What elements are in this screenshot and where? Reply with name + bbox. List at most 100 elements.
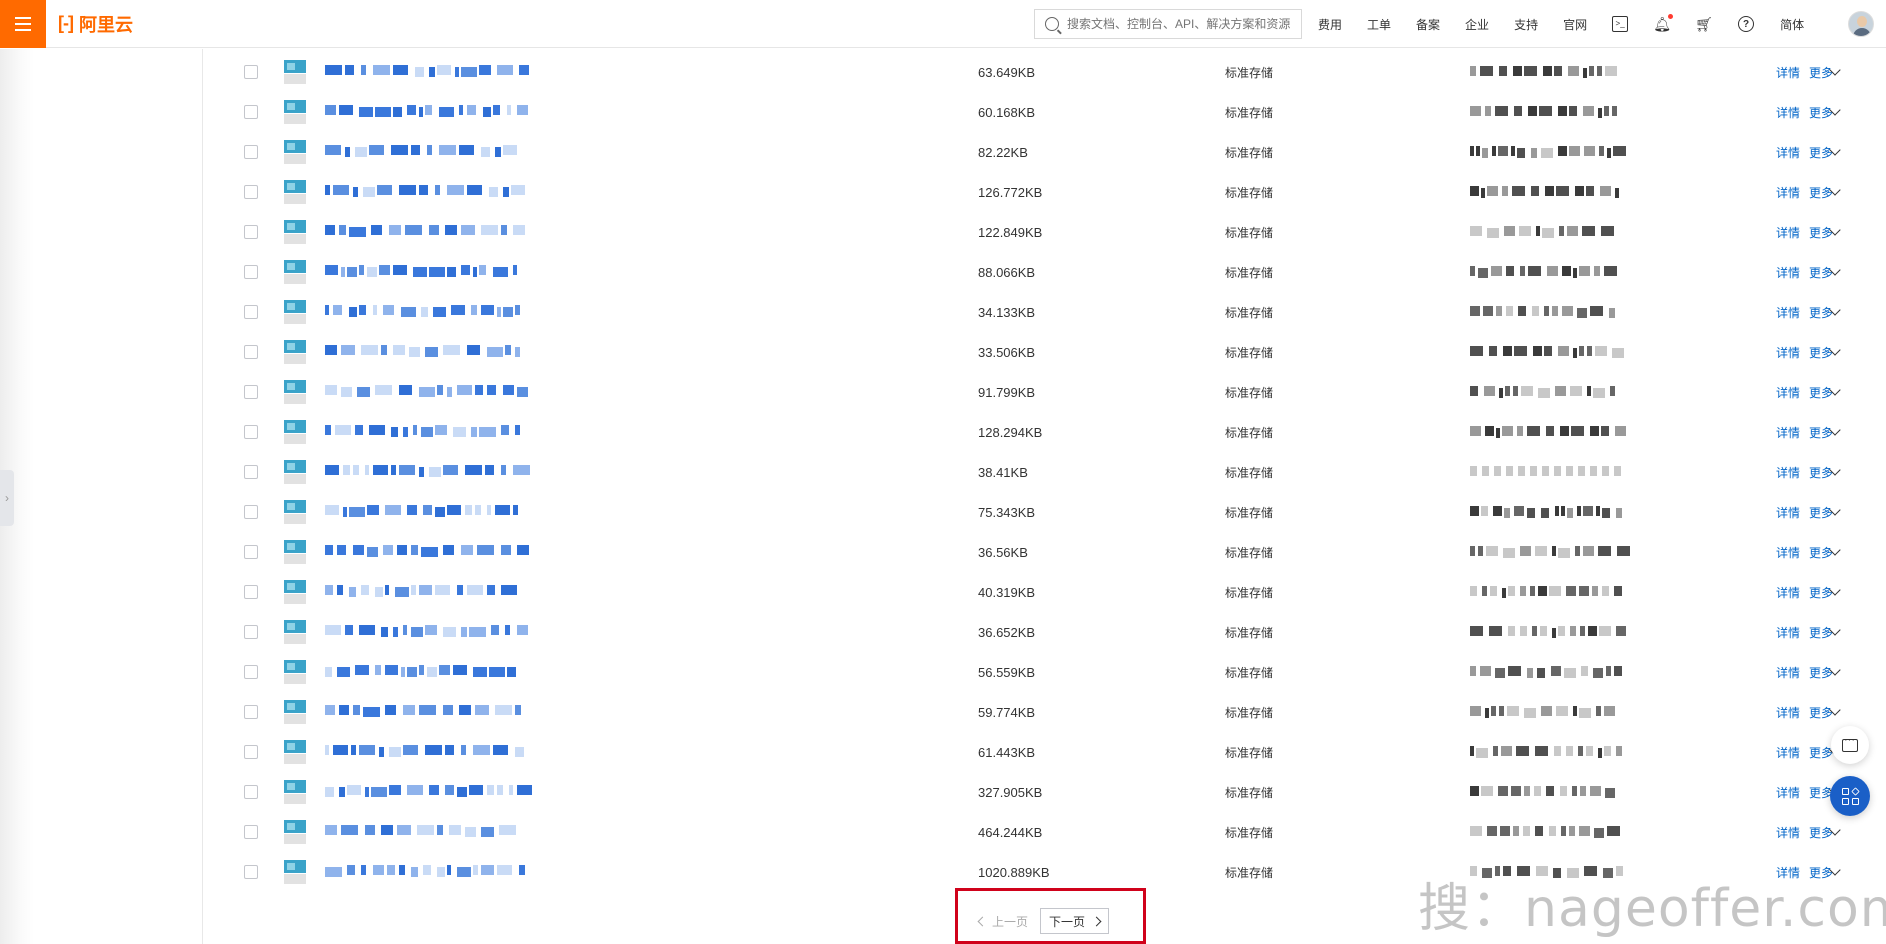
detail-link[interactable]: 详情: [1776, 504, 1800, 521]
detail-link[interactable]: 详情: [1776, 784, 1800, 801]
more-link[interactable]: 更多: [1809, 744, 1833, 761]
more-link[interactable]: 更多: [1809, 704, 1833, 721]
next-page-button[interactable]: 下一页: [1040, 908, 1110, 934]
more-link[interactable]: 更多: [1809, 144, 1833, 161]
detail-link[interactable]: 详情: [1776, 224, 1800, 241]
more-link[interactable]: 更多: [1809, 104, 1833, 121]
row-checkbox[interactable]: [244, 585, 258, 599]
detail-link[interactable]: 详情: [1776, 624, 1800, 641]
row-checkbox[interactable]: [244, 425, 258, 439]
more-link[interactable]: 更多: [1809, 464, 1833, 481]
detail-link[interactable]: 详情: [1776, 424, 1800, 441]
row-checkbox[interactable]: [244, 665, 258, 679]
row-checkbox[interactable]: [244, 65, 258, 79]
search-input[interactable]: [1067, 17, 1297, 31]
file-name-redacted[interactable]: [325, 305, 525, 319]
file-name-redacted[interactable]: [325, 785, 532, 799]
terminal-icon[interactable]: >_: [1612, 16, 1629, 32]
more-link[interactable]: 更多: [1809, 224, 1833, 241]
row-checkbox[interactable]: [244, 865, 258, 879]
file-name-redacted[interactable]: [325, 185, 525, 199]
sidebar-expand-handle[interactable]: ›: [0, 470, 14, 526]
more-link[interactable]: 更多: [1809, 344, 1833, 361]
more-link[interactable]: 更多: [1809, 304, 1833, 321]
row-checkbox[interactable]: [244, 305, 258, 319]
file-name-redacted[interactable]: [325, 65, 529, 79]
more-link[interactable]: 更多: [1809, 384, 1833, 401]
detail-link[interactable]: 详情: [1776, 704, 1800, 721]
more-link[interactable]: 更多: [1809, 264, 1833, 281]
language-switch[interactable]: 简体: [1780, 16, 1804, 33]
detail-link[interactable]: 详情: [1776, 104, 1800, 121]
detail-link[interactable]: 详情: [1776, 384, 1800, 401]
detail-link[interactable]: 详情: [1776, 464, 1800, 481]
prev-page-button[interactable]: 上一页: [975, 908, 1032, 934]
apps-float-button[interactable]: [1830, 776, 1870, 816]
nav-item-icp-filing[interactable]: 备案: [1416, 16, 1440, 33]
file-name-redacted[interactable]: [325, 705, 525, 719]
more-link[interactable]: 更多: [1809, 824, 1833, 841]
aliyun-logo[interactable]: [-] 阿里云: [58, 11, 133, 37]
row-checkbox[interactable]: [244, 145, 258, 159]
row-checkbox[interactable]: [244, 385, 258, 399]
menu-icon[interactable]: [0, 0, 46, 48]
file-name-redacted[interactable]: [325, 545, 529, 559]
nav-item-enterprise[interactable]: 企业: [1465, 16, 1489, 33]
nav-item-official-site[interactable]: 官网: [1563, 16, 1587, 33]
file-name-redacted[interactable]: [325, 665, 525, 679]
detail-link[interactable]: 详情: [1776, 64, 1800, 81]
detail-link[interactable]: 详情: [1776, 184, 1800, 201]
row-checkbox[interactable]: [244, 225, 258, 239]
nav-item-fees[interactable]: 费用: [1318, 16, 1342, 33]
detail-link[interactable]: 详情: [1776, 544, 1800, 561]
row-checkbox[interactable]: [244, 345, 258, 359]
file-name-redacted[interactable]: [325, 585, 525, 599]
row-checkbox[interactable]: [244, 785, 258, 799]
more-link[interactable]: 更多: [1809, 64, 1833, 81]
file-name-redacted[interactable]: [325, 265, 525, 279]
detail-link[interactable]: 详情: [1776, 304, 1800, 321]
file-name-redacted[interactable]: [325, 465, 530, 479]
detail-link[interactable]: 详情: [1776, 344, 1800, 361]
detail-link[interactable]: 详情: [1776, 824, 1800, 841]
more-link[interactable]: 更多: [1809, 584, 1833, 601]
row-checkbox[interactable]: [244, 545, 258, 559]
more-link[interactable]: 更多: [1809, 184, 1833, 201]
detail-link[interactable]: 详情: [1776, 664, 1800, 681]
file-name-redacted[interactable]: [325, 105, 528, 119]
file-name-redacted[interactable]: [325, 145, 525, 159]
more-link[interactable]: 更多: [1809, 664, 1833, 681]
chat-float-button[interactable]: [1831, 726, 1869, 764]
file-name-redacted[interactable]: [325, 425, 525, 439]
row-checkbox[interactable]: [244, 505, 258, 519]
row-checkbox[interactable]: [244, 185, 258, 199]
file-name-redacted[interactable]: [325, 225, 525, 239]
more-link[interactable]: 更多: [1809, 424, 1833, 441]
detail-link[interactable]: 详情: [1776, 584, 1800, 601]
row-checkbox[interactable]: [244, 625, 258, 639]
row-checkbox[interactable]: [244, 465, 258, 479]
bell-icon[interactable]: 🔔︎: [1653, 14, 1674, 32]
row-checkbox[interactable]: [244, 705, 258, 719]
nav-item-support[interactable]: 支持: [1514, 16, 1538, 33]
row-checkbox[interactable]: [244, 745, 258, 759]
row-checkbox[interactable]: [244, 105, 258, 119]
global-search-box[interactable]: [1034, 9, 1302, 39]
file-name-redacted[interactable]: [325, 345, 525, 359]
nav-item-tickets[interactable]: 工单: [1367, 16, 1391, 33]
user-avatar[interactable]: [1848, 11, 1874, 37]
more-link[interactable]: 更多: [1809, 544, 1833, 561]
cart-icon[interactable]: 🛒︎: [1695, 16, 1713, 32]
file-name-redacted[interactable]: [325, 505, 525, 519]
row-checkbox[interactable]: [244, 265, 258, 279]
help-icon[interactable]: ?: [1738, 16, 1755, 32]
file-name-redacted[interactable]: [325, 825, 525, 839]
detail-link[interactable]: 详情: [1776, 744, 1800, 761]
detail-link[interactable]: 详情: [1776, 264, 1800, 281]
row-checkbox[interactable]: [244, 825, 258, 839]
more-link[interactable]: 更多: [1809, 504, 1833, 521]
file-name-redacted[interactable]: [325, 385, 528, 399]
detail-link[interactable]: 详情: [1776, 144, 1800, 161]
file-name-redacted[interactable]: [325, 865, 525, 879]
file-name-redacted[interactable]: [325, 625, 528, 639]
